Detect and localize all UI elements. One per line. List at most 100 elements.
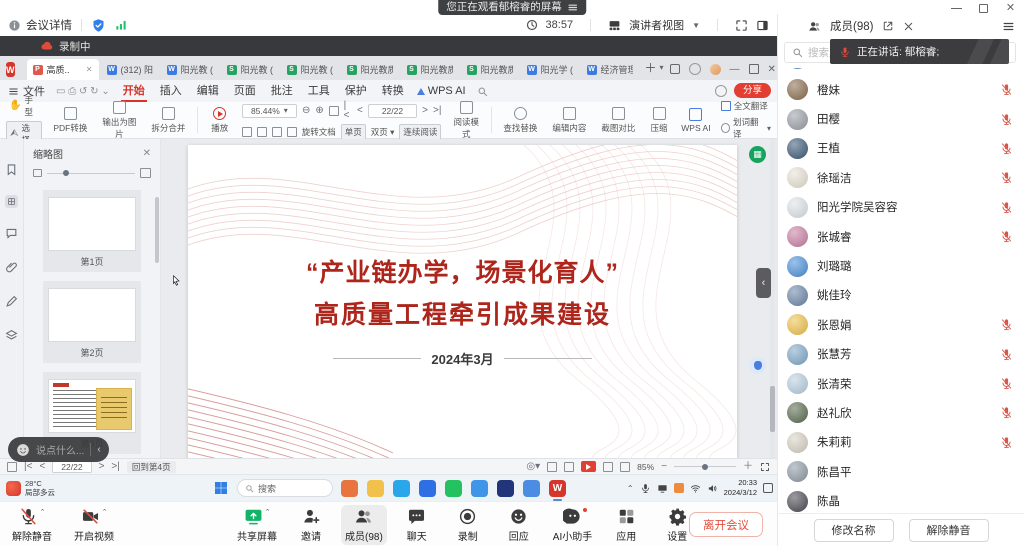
panel-menu-icon[interactable] xyxy=(1002,20,1015,33)
full-translate-button[interactable]: 全文翻译 xyxy=(721,100,771,112)
mic-muted-icon[interactable] xyxy=(1000,436,1013,449)
tray-display-icon[interactable] xyxy=(657,483,668,494)
layers-icon[interactable] xyxy=(5,329,18,342)
hand-tool[interactable]: ✋手型 xyxy=(6,94,42,118)
next-page-icon[interactable]: > xyxy=(422,106,428,116)
layout-lines-icon[interactable] xyxy=(567,2,578,13)
status-page-indicator[interactable]: 22/22 xyxy=(52,461,91,473)
member-row[interactable]: 陈昌平 xyxy=(778,457,1024,486)
globe-icon[interactable] xyxy=(689,63,701,75)
attachment-icon[interactable] xyxy=(5,261,18,274)
page-thumbnail[interactable]: 第1页 xyxy=(43,190,141,272)
search-icon[interactable] xyxy=(477,86,488,97)
mic-muted-icon[interactable] xyxy=(1000,113,1013,126)
read-mode-button[interactable]: 阅读模式 xyxy=(449,101,483,140)
close-panel-icon[interactable] xyxy=(903,21,914,32)
member-row[interactable]: 张慧芳 xyxy=(778,340,1024,369)
mic-muted-icon[interactable] xyxy=(1000,406,1013,419)
member-row[interactable]: 赵礼欣 xyxy=(778,398,1024,427)
taskbar-search[interactable]: 搜索 xyxy=(237,479,333,497)
taskbar-icon-tencent-meeting[interactable] xyxy=(419,480,436,497)
word-translate-button[interactable]: 划词翻译 ▾ xyxy=(721,116,771,140)
find-replace-button[interactable]: 查找替换 xyxy=(500,107,541,134)
member-row[interactable]: 橙妹 xyxy=(778,75,1024,104)
taskbar-icon-tencent-docs[interactable] xyxy=(523,480,540,497)
toolbar-item-apps[interactable]: 应用 xyxy=(605,505,647,545)
tray-expand-icon[interactable]: ⌃ xyxy=(627,484,634,493)
wps-close[interactable]: ✕ xyxy=(768,64,776,75)
share-button[interactable]: 分享 xyxy=(734,83,771,98)
comment-icon[interactable] xyxy=(5,227,18,240)
taskbar-icon-docs-navy[interactable] xyxy=(497,480,514,497)
security-shield-icon[interactable] xyxy=(91,18,106,33)
toolbar-item-react[interactable]: 回应 xyxy=(498,505,540,545)
member-row-partial[interactable] xyxy=(778,68,1024,75)
zoom-select[interactable]: 85.44%▾ xyxy=(242,104,297,118)
thumbnail-scrollbar[interactable] xyxy=(155,197,159,263)
ribbon-wps-ai-button[interactable]: WPS AI xyxy=(679,108,713,133)
minimize-button[interactable] xyxy=(951,3,962,14)
taskbar-icon-wps[interactable]: W xyxy=(549,480,566,497)
taskbar-icon-browser[interactable] xyxy=(471,480,488,497)
document-tab[interactable]: P高质..✕ xyxy=(27,59,99,80)
taskbar-weather[interactable]: 28°C 局部多云 xyxy=(0,479,55,498)
document-tab[interactable]: W阳光学 (2.. xyxy=(521,59,579,80)
meeting-details[interactable]: 会议详情 xyxy=(8,17,72,33)
pdf-convert-button[interactable]: PDF转换 xyxy=(50,107,91,134)
status-layout-icon[interactable] xyxy=(7,462,17,472)
menu-item-0[interactable]: 开始 xyxy=(121,81,147,102)
last-page-icon[interactable]: >| xyxy=(433,106,441,116)
hand-sticker-icon[interactable] xyxy=(710,64,721,75)
double-page-button[interactable]: 双页 ▾ xyxy=(371,126,395,138)
wps-restore[interactable] xyxy=(749,64,759,74)
bookmark-icon[interactable] xyxy=(5,163,18,176)
assistant-float-button[interactable] xyxy=(749,357,766,374)
mic-muted-icon[interactable] xyxy=(1000,83,1013,96)
status-play-button[interactable] xyxy=(581,461,596,472)
view-icon-1[interactable] xyxy=(547,462,557,472)
toolbar-item-micDark[interactable]: ⌃解除静音 xyxy=(8,505,56,545)
network-signal-icon[interactable] xyxy=(114,18,128,32)
member-row[interactable]: 张城睿 xyxy=(778,222,1024,251)
view-icon-2[interactable] xyxy=(564,462,574,472)
menu-item-6[interactable]: 保护 xyxy=(343,81,369,102)
page-indicator[interactable]: 22/22 xyxy=(368,104,417,118)
mic-muted-icon[interactable] xyxy=(1000,377,1013,390)
toolbar-item-chat[interactable]: 聊天 xyxy=(396,505,438,545)
document-tab[interactable]: W经济管理学.. xyxy=(581,59,639,80)
menu-item-3[interactable]: 页面 xyxy=(232,81,258,102)
member-row[interactable]: 王植 xyxy=(778,134,1024,163)
member-row[interactable]: 姚佳玲 xyxy=(778,281,1024,310)
toolbar-item-share[interactable]: ⌃共享屏幕 xyxy=(233,505,281,545)
layout-icon-3[interactable] xyxy=(272,127,282,137)
emoji-icon[interactable] xyxy=(16,443,30,457)
collapse-chat-icon[interactable]: ‹ xyxy=(97,444,100,455)
view-icon-4[interactable] xyxy=(620,462,630,472)
layout-icon-2[interactable] xyxy=(257,127,267,137)
restore-button[interactable] xyxy=(978,3,989,14)
rename-button[interactable]: 修改名称 xyxy=(814,519,894,542)
notification-center-icon[interactable] xyxy=(763,483,773,493)
taskbar-icon-wechat[interactable] xyxy=(445,480,462,497)
toolbar-item-ai[interactable]: AI小助手 xyxy=(549,505,596,545)
member-row[interactable]: 阳光学院吴容容 xyxy=(778,193,1024,222)
thumbnail-zoom-slider[interactable] xyxy=(24,165,160,181)
menu-item-5[interactable]: 工具 xyxy=(306,81,332,102)
back-to-page-button[interactable]: 回到第4页 xyxy=(127,461,176,473)
member-row[interactable]: 刘璐璐 xyxy=(778,251,1024,280)
leave-meeting-button[interactable]: 离开会议 xyxy=(689,512,763,537)
view-icon-3[interactable] xyxy=(603,462,613,472)
clock-date[interactable]: 20:33 2024/3/12 xyxy=(724,478,757,498)
document-tab[interactable]: S阳光教质 .. xyxy=(461,59,519,80)
wps-logo[interactable]: W xyxy=(6,62,15,77)
taskbar-icon-pinwheel[interactable] xyxy=(341,480,358,497)
edit-content-button[interactable]: 编辑内容 xyxy=(549,107,590,134)
status-prev-page[interactable]: < xyxy=(39,462,45,472)
new-tab-button[interactable]: ＋ ▾ xyxy=(645,59,664,76)
mic-muted-icon[interactable] xyxy=(1000,142,1013,155)
view-mode-label[interactable]: 演讲者视图 xyxy=(629,17,684,33)
mic-muted-icon[interactable] xyxy=(1000,348,1013,361)
wps-minimize[interactable]: — xyxy=(730,64,740,75)
tab-close-icon[interactable]: ✕ xyxy=(86,65,93,74)
menu-item-7[interactable]: 转换 xyxy=(380,81,406,102)
